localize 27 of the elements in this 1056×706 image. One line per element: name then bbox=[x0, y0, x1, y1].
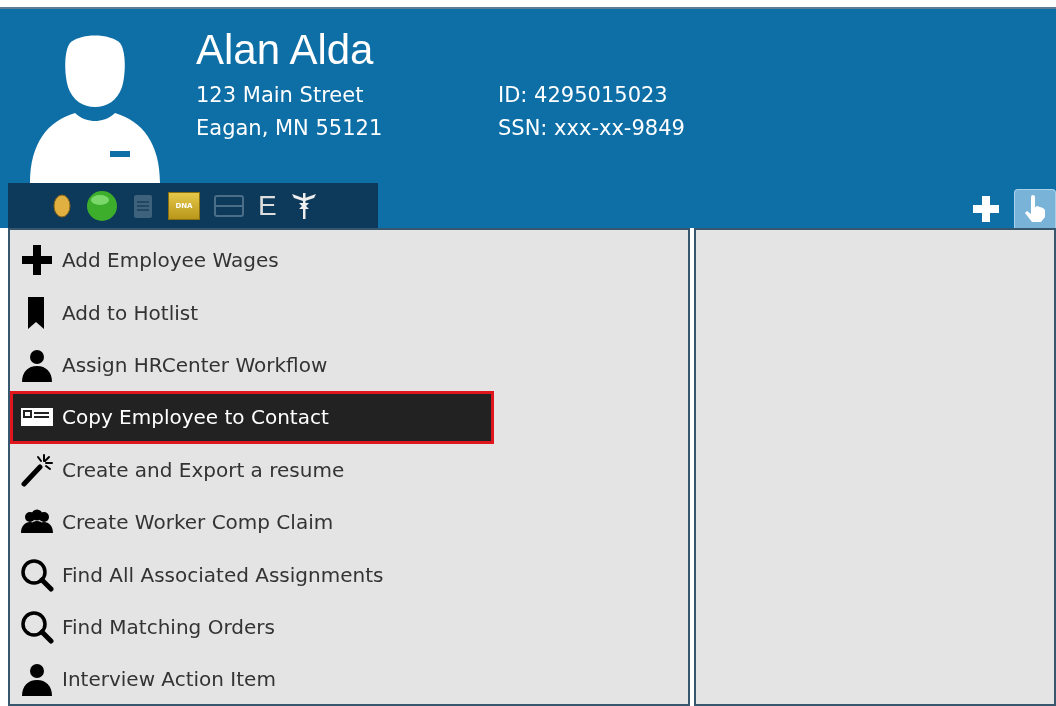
person-icon bbox=[20, 662, 54, 697]
letter-icon[interactable]: E bbox=[258, 190, 277, 221]
employee-ssn: SSN: xxx-xx-9849 bbox=[498, 115, 685, 142]
plus-icon bbox=[972, 195, 1000, 223]
action-item[interactable]: Copy Employee to Contact bbox=[10, 391, 494, 444]
employee-id: ID: 4295015023 bbox=[498, 82, 669, 109]
coin-icon[interactable] bbox=[52, 192, 72, 219]
plus-icon bbox=[20, 243, 54, 278]
search-icon bbox=[20, 557, 54, 592]
action-item[interactable]: Find Matching Orders bbox=[10, 600, 494, 654]
search-icon bbox=[20, 609, 54, 644]
action-item[interactable]: Add to Hotlist bbox=[10, 286, 494, 339]
action-item[interactable]: Create Worker Comp Claim bbox=[10, 495, 494, 549]
action-item[interactable]: Assign HRCenter Workflow bbox=[10, 338, 494, 392]
caduceus-icon[interactable] bbox=[290, 190, 317, 221]
status-dot-icon[interactable] bbox=[86, 189, 118, 222]
action-item[interactable]: Find All Associated Assignments bbox=[10, 548, 494, 601]
employee-name: Alan Alda bbox=[196, 27, 375, 73]
action-item[interactable]: Create and Export a resume bbox=[10, 443, 494, 496]
magic-wand-icon bbox=[20, 452, 54, 487]
address-line: 123 Main Street bbox=[196, 82, 365, 109]
address-line: Eagan, MN 55121 bbox=[196, 115, 384, 142]
person-silhouette-icon bbox=[30, 33, 160, 183]
action-item[interactable]: Interview Action Item bbox=[10, 653, 494, 706]
pointing-hand-icon bbox=[1023, 195, 1047, 223]
person-icon bbox=[20, 347, 54, 382]
action-item[interactable]: Add Employee Wages bbox=[10, 234, 494, 287]
